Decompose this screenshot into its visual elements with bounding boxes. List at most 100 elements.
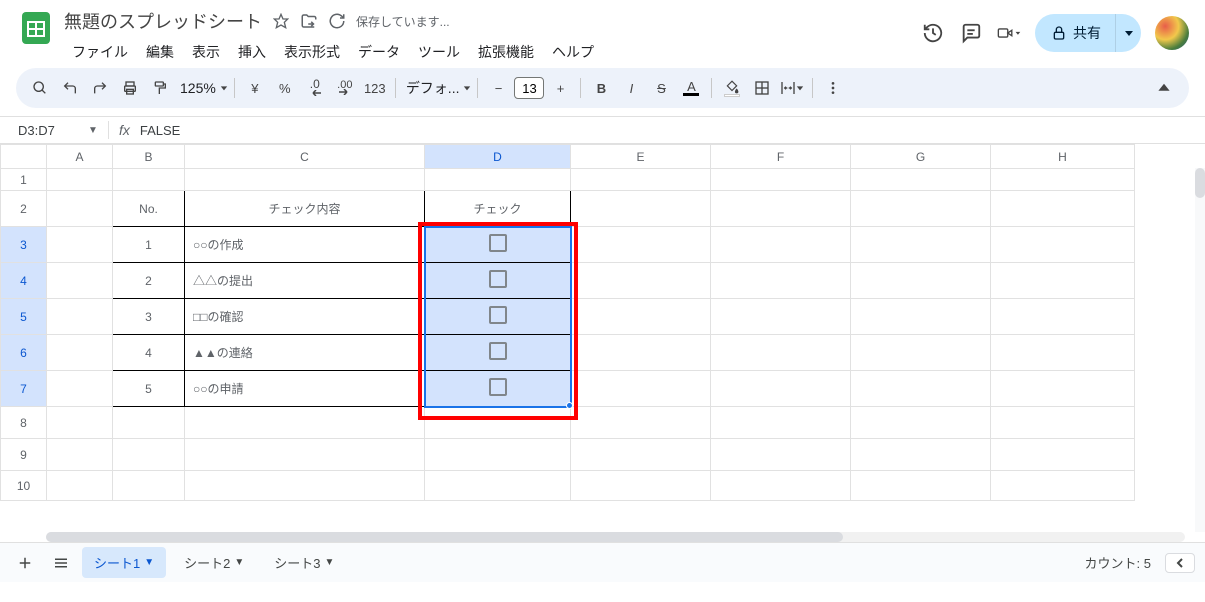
selection-handle[interactable] — [566, 402, 573, 409]
checkbox[interactable] — [489, 342, 507, 360]
cell-C8[interactable] — [185, 407, 425, 439]
borders-button[interactable] — [748, 74, 776, 102]
comment-icon[interactable] — [959, 21, 983, 45]
cell-F4[interactable] — [711, 263, 851, 299]
row-header-5[interactable]: 5 — [1, 299, 47, 335]
cell-G3[interactable] — [851, 227, 991, 263]
currency-button[interactable]: ¥ — [241, 74, 269, 102]
checkbox[interactable] — [489, 234, 507, 252]
cell-G2[interactable] — [851, 191, 991, 227]
sheet-tab-2[interactable]: シート2▼ — [172, 547, 256, 578]
add-sheet-button[interactable] — [10, 548, 40, 578]
name-box[interactable]: D3:D7 — [18, 123, 78, 138]
menu-insert[interactable]: 挿入 — [230, 38, 274, 66]
cell-H2[interactable] — [991, 191, 1135, 227]
name-box-dropdown[interactable]: ▼ — [88, 125, 98, 136]
row-header-6[interactable]: 6 — [1, 335, 47, 371]
cell-E4[interactable] — [571, 263, 711, 299]
account-avatar[interactable] — [1155, 16, 1189, 50]
cell-C9[interactable] — [185, 439, 425, 471]
cell-A7[interactable] — [47, 371, 113, 407]
menu-file[interactable]: ファイル — [64, 38, 136, 66]
star-icon[interactable] — [272, 12, 290, 30]
menu-tools[interactable]: ツール — [410, 38, 468, 66]
cell-G6[interactable] — [851, 335, 991, 371]
all-sheets-button[interactable] — [46, 548, 76, 578]
cell-H4[interactable] — [991, 263, 1135, 299]
cell-B1[interactable] — [113, 169, 185, 191]
horizontal-scrollbar[interactable] — [46, 532, 1185, 542]
zoom-select[interactable]: 125% — [176, 74, 228, 102]
menu-view[interactable]: 表示 — [184, 38, 228, 66]
cell-D9[interactable] — [425, 439, 571, 471]
cell-H3[interactable] — [991, 227, 1135, 263]
cell-A2[interactable] — [47, 191, 113, 227]
cell-C3[interactable]: ○○の作成 — [185, 227, 425, 263]
cell-G8[interactable] — [851, 407, 991, 439]
fontsize-decrease[interactable]: − — [484, 74, 512, 102]
cell-H5[interactable] — [991, 299, 1135, 335]
menu-extensions[interactable]: 拡張機能 — [470, 38, 542, 66]
col-header-E[interactable]: E — [571, 145, 711, 169]
sheets-logo[interactable] — [16, 8, 56, 48]
cell-C10[interactable] — [185, 471, 425, 501]
undo-icon[interactable] — [56, 74, 84, 102]
cell-A8[interactable] — [47, 407, 113, 439]
col-header-B[interactable]: B — [113, 145, 185, 169]
vertical-scrollbar[interactable] — [1195, 168, 1205, 532]
selection-count[interactable]: カウント: 5 — [1077, 553, 1159, 572]
cell-F9[interactable] — [711, 439, 851, 471]
cell-G5[interactable] — [851, 299, 991, 335]
cell-D4[interactable] — [425, 263, 571, 299]
bold-button[interactable]: B — [587, 74, 615, 102]
cell-G9[interactable] — [851, 439, 991, 471]
col-header-H[interactable]: H — [991, 145, 1135, 169]
meet-icon[interactable] — [997, 21, 1021, 45]
row-header-4[interactable]: 4 — [1, 263, 47, 299]
cell-C5[interactable]: □□の確認 — [185, 299, 425, 335]
cell-E1[interactable] — [571, 169, 711, 191]
collapse-toolbar-icon[interactable] — [1149, 73, 1179, 103]
cell-E2[interactable] — [571, 191, 711, 227]
menu-format[interactable]: 表示形式 — [276, 38, 348, 66]
cell-D8[interactable] — [425, 407, 571, 439]
cell-E8[interactable] — [571, 407, 711, 439]
cell-A6[interactable] — [47, 335, 113, 371]
col-header-F[interactable]: F — [711, 145, 851, 169]
cell-F8[interactable] — [711, 407, 851, 439]
strike-button[interactable]: S — [647, 74, 675, 102]
cell-B2[interactable]: No. — [113, 191, 185, 227]
more-icon[interactable] — [819, 74, 847, 102]
cell-E3[interactable] — [571, 227, 711, 263]
row-header-8[interactable]: 8 — [1, 407, 47, 439]
cell-H8[interactable] — [991, 407, 1135, 439]
checkbox[interactable] — [489, 270, 507, 288]
cell-B4[interactable]: 2 — [113, 263, 185, 299]
cell-A9[interactable] — [47, 439, 113, 471]
cell-D7[interactable] — [425, 371, 571, 407]
cell-G7[interactable] — [851, 371, 991, 407]
cell-C1[interactable] — [185, 169, 425, 191]
cell-G1[interactable] — [851, 169, 991, 191]
cell-B6[interactable]: 4 — [113, 335, 185, 371]
cell-F10[interactable] — [711, 471, 851, 501]
sheet-grid[interactable]: ABCDEFGH12No.チェック内容チェック31○○の作成42△△の提出53□… — [0, 144, 1135, 501]
cell-D1[interactable] — [425, 169, 571, 191]
row-header-3[interactable]: 3 — [1, 227, 47, 263]
cell-B7[interactable]: 5 — [113, 371, 185, 407]
cell-F7[interactable] — [711, 371, 851, 407]
font-select[interactable]: デフォ... — [402, 74, 472, 102]
cell-C6[interactable]: ▲▲の連絡 — [185, 335, 425, 371]
cell-A10[interactable] — [47, 471, 113, 501]
row-header-10[interactable]: 10 — [1, 471, 47, 501]
text-color-button[interactable]: A — [677, 74, 705, 102]
cell-D2[interactable]: チェック — [425, 191, 571, 227]
row-header-2[interactable]: 2 — [1, 191, 47, 227]
percent-button[interactable]: % — [271, 74, 299, 102]
cell-H6[interactable] — [991, 335, 1135, 371]
italic-button[interactable]: I — [617, 74, 645, 102]
fontsize-input[interactable] — [514, 77, 544, 99]
cell-G10[interactable] — [851, 471, 991, 501]
cell-C2[interactable]: チェック内容 — [185, 191, 425, 227]
cell-A4[interactable] — [47, 263, 113, 299]
